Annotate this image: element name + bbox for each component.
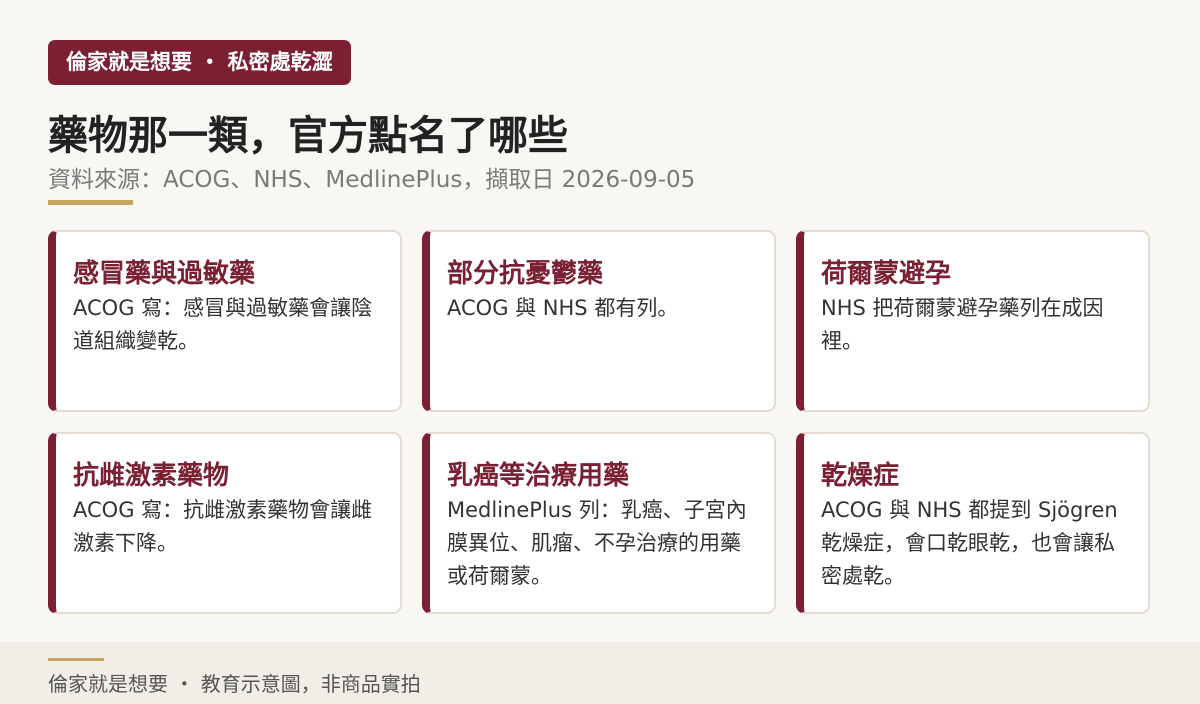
brand-badge: 倫家就是想要 ・ 私密處乾澀 bbox=[48, 40, 351, 85]
page-title: 藥物那一類，官方點名了哪些 bbox=[48, 113, 568, 159]
footer-text: 倫家就是想要 ・ 教育示意圖，非商品實拍 bbox=[48, 672, 421, 696]
card-body: ACOG 與 NHS 都有列。 bbox=[447, 296, 679, 320]
card-title: 感冒藥與過敏藥 bbox=[73, 259, 256, 289]
card-body: ACOG 寫：感冒與過敏藥會讓陰道組織變乾。 bbox=[73, 296, 373, 353]
card-body: MedlinePlus 列：乳癌、子宮內膜異位、肌瘤、不孕治療的用藥或荷爾蒙。 bbox=[447, 498, 747, 588]
card-breast-cancer-treatment: 乳癌等治療用藥 MedlinePlus 列：乳癌、子宮內膜異位、肌瘤、不孕治療的… bbox=[422, 432, 776, 614]
card-antidepressants: 部分抗憂鬱藥 ACOG 與 NHS 都有列。 bbox=[422, 230, 776, 412]
card-title: 荷爾蒙避孕 bbox=[821, 259, 952, 289]
card-sjogren-syndrome: 乾燥症 ACOG 與 NHS 都提到 Sjögren 乾燥症，會口乾眼乾，也會讓… bbox=[796, 432, 1150, 614]
source-line: 資料來源：ACOG、NHS、MedlinePlus，擷取日 2026-09-05 bbox=[48, 167, 696, 193]
card-body: ACOG 與 NHS 都提到 Sjögren 乾燥症，會口乾眼乾，也會讓私密處乾… bbox=[821, 498, 1118, 588]
card-title: 部分抗憂鬱藥 bbox=[447, 259, 604, 289]
card-cold-allergy-meds: 感冒藥與過敏藥 ACOG 寫：感冒與過敏藥會讓陰道組織變乾。 bbox=[48, 230, 402, 412]
card-title: 抗雌激素藥物 bbox=[73, 461, 230, 491]
title-accent-rule bbox=[48, 200, 133, 205]
card-anti-estrogen-meds: 抗雌激素藥物 ACOG 寫：抗雌激素藥物會讓雌激素下降。 bbox=[48, 432, 402, 614]
card-hormonal-contraception: 荷爾蒙避孕 NHS 把荷爾蒙避孕藥列在成因裡。 bbox=[796, 230, 1150, 412]
footer-accent-rule bbox=[48, 658, 104, 661]
card-body: NHS 把荷爾蒙避孕藥列在成因裡。 bbox=[821, 296, 1104, 353]
card-title: 乳癌等治療用藥 bbox=[447, 461, 630, 491]
footer: 倫家就是想要 ・ 教育示意圖，非商品實拍 bbox=[0, 642, 1200, 704]
card-body: ACOG 寫：抗雌激素藥物會讓雌激素下降。 bbox=[73, 498, 373, 555]
card-title: 乾燥症 bbox=[821, 461, 900, 491]
